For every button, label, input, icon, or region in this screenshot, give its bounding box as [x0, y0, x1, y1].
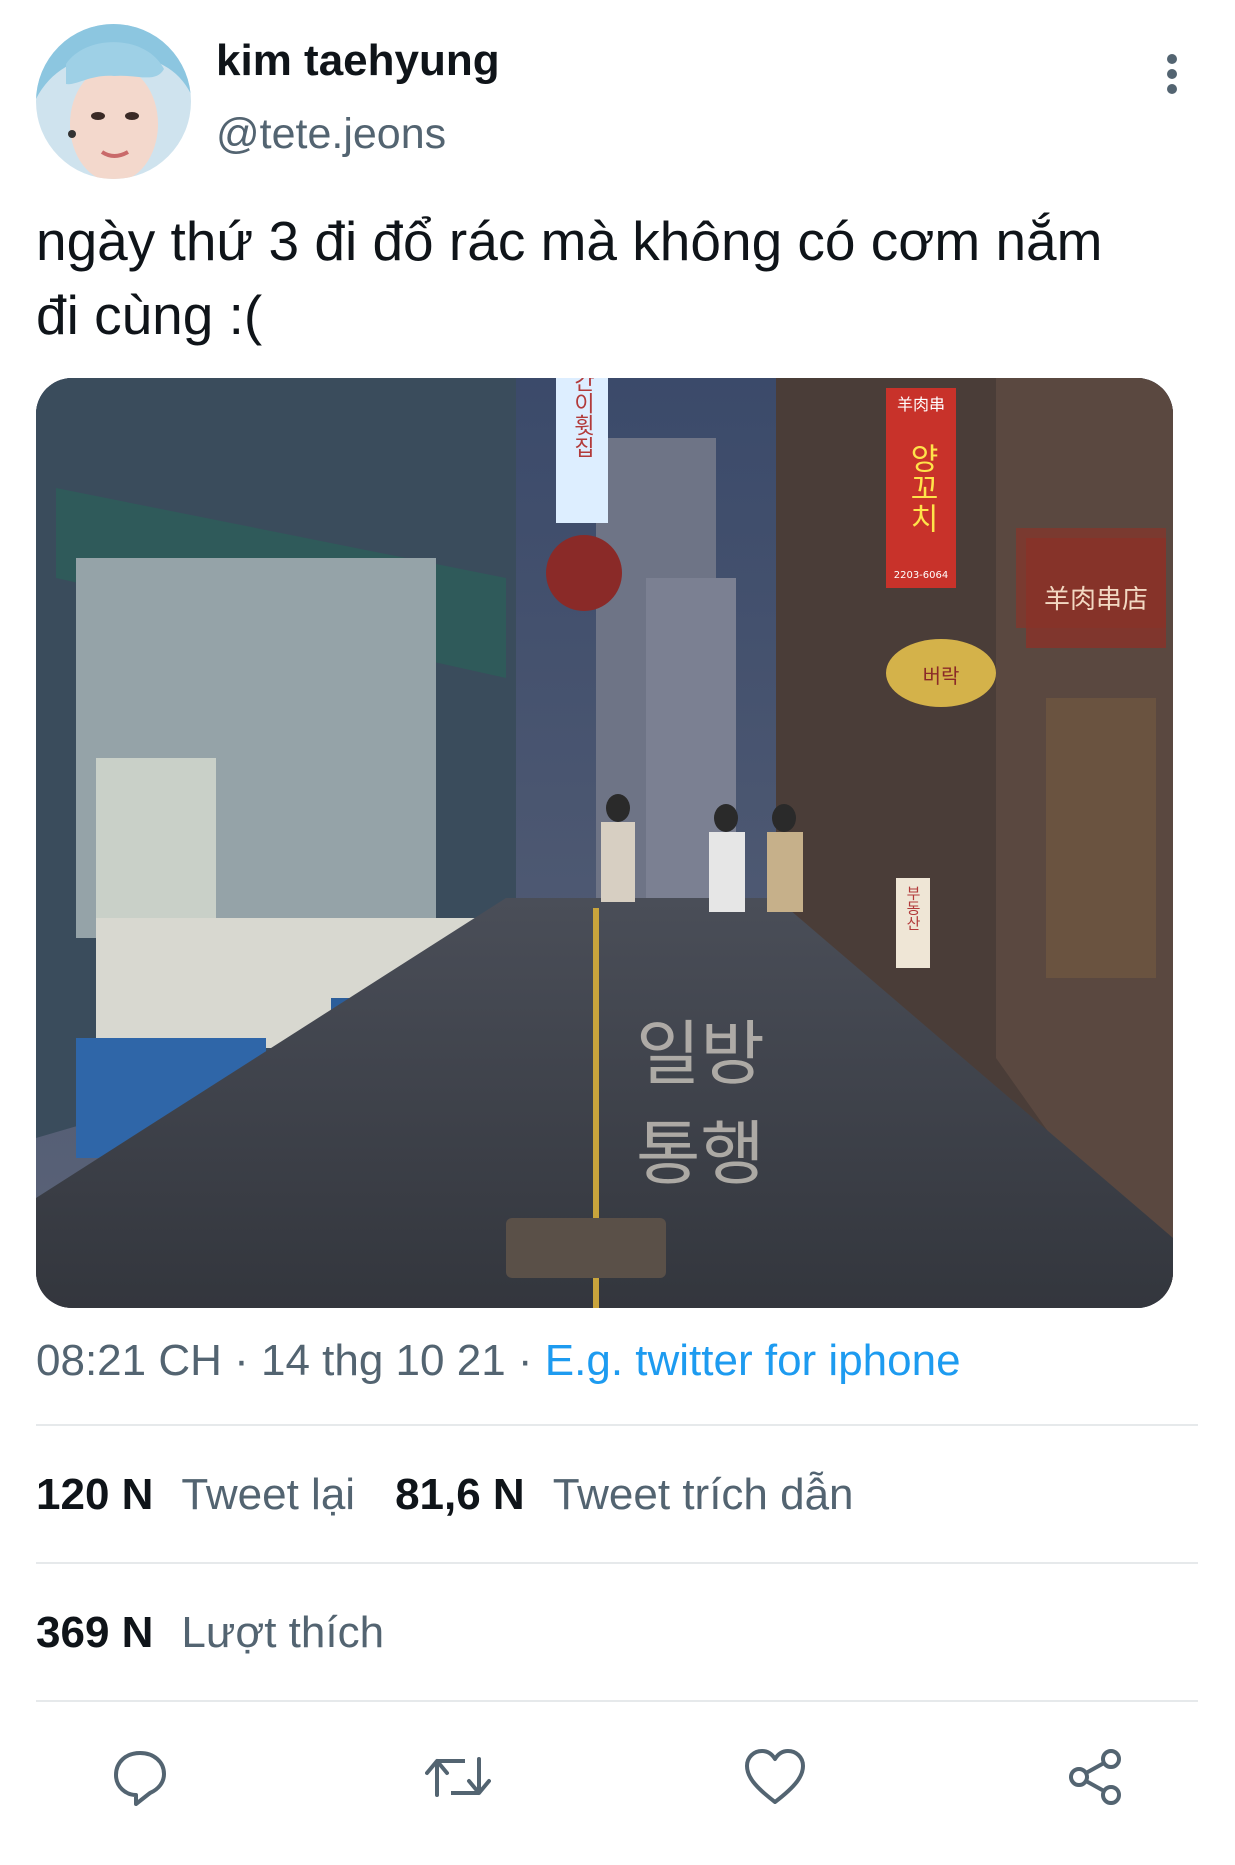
- road-marking-1: 일방: [636, 1013, 765, 1095]
- avatar[interactable]: [36, 24, 191, 179]
- neon-sign-phone: 2203-6064: [894, 570, 949, 581]
- quotes-count[interactable]: 81,6 N: [395, 1470, 525, 1520]
- more-options-button[interactable]: [1150, 48, 1194, 100]
- more-vertical-icon: [1167, 54, 1177, 94]
- like-button[interactable]: [740, 1742, 810, 1812]
- divider-1: [36, 1424, 1198, 1426]
- tweet-text-line-1: ngày thứ 3 đi đổ rác mà không có cơm nắm: [36, 210, 1103, 272]
- tweet-meta: 08:21 CH · 14 thg 10 21 · E.g. twitter f…: [36, 1336, 961, 1386]
- neon-sign-left: 간이휫집: [570, 378, 595, 458]
- street-photo: 일방 통행 간이휫집 羊肉串 양꼬치 2203-6064 羊肉串店 버락 부동산: [36, 378, 1173, 1308]
- neon-sign-right-top: 羊肉串: [897, 395, 945, 414]
- meta-separator-2: ·: [505, 1336, 545, 1385]
- retweets-count[interactable]: 120 N: [36, 1470, 153, 1520]
- retweet-icon: [425, 1757, 491, 1797]
- share-icon: [1069, 1749, 1121, 1805]
- tweet-time: 08:21 CH: [36, 1336, 222, 1385]
- meta-separator-1: ·: [221, 1336, 261, 1385]
- tweet-photo[interactable]: 일방 통행 간이휫집 羊肉串 양꼬치 2203-6064 羊肉串店 버락 부동산: [36, 378, 1173, 1308]
- retweets-label[interactable]: Tweet lại: [181, 1470, 355, 1520]
- retweet-button[interactable]: [423, 1742, 493, 1812]
- like-icon: [745, 1749, 805, 1804]
- likes-count[interactable]: 369 N: [36, 1608, 153, 1658]
- tweet-source-link[interactable]: E.g. twitter for iphone: [545, 1336, 961, 1385]
- tweet-text-line-2: đi cùng :(: [36, 284, 263, 346]
- divider-3: [36, 1700, 1198, 1702]
- user-handle[interactable]: @tete.jeons: [216, 110, 446, 159]
- retweet-stats-row: 120 N Tweet lại 81,6 N Tweet trích dẫn: [36, 1470, 854, 1520]
- quotes-label[interactable]: Tweet trích dẫn: [553, 1470, 854, 1520]
- reply-icon: [114, 1751, 166, 1806]
- far-right-sign: 羊肉串店: [1044, 585, 1148, 615]
- share-button[interactable]: [1060, 1742, 1130, 1812]
- tweet-text: ngày thứ 3 đi đổ rác mà không có cơm nắm…: [36, 204, 1206, 352]
- realty-sign: 부동산: [904, 886, 922, 931]
- neon-sign-right: 양꼬치: [904, 443, 939, 533]
- bakery-sign: 버락: [923, 664, 960, 688]
- tweet-date: 14 thg 10 21: [261, 1336, 506, 1385]
- road-marking-2: 통행: [636, 1113, 765, 1195]
- reply-button[interactable]: [105, 1742, 175, 1812]
- divider-2: [36, 1562, 1198, 1564]
- display-name[interactable]: kim taehyung: [216, 36, 500, 86]
- likes-stats-row: 369 N Lượt thích: [36, 1608, 384, 1658]
- likes-label[interactable]: Lượt thích: [181, 1608, 384, 1658]
- avatar-image: [36, 24, 191, 179]
